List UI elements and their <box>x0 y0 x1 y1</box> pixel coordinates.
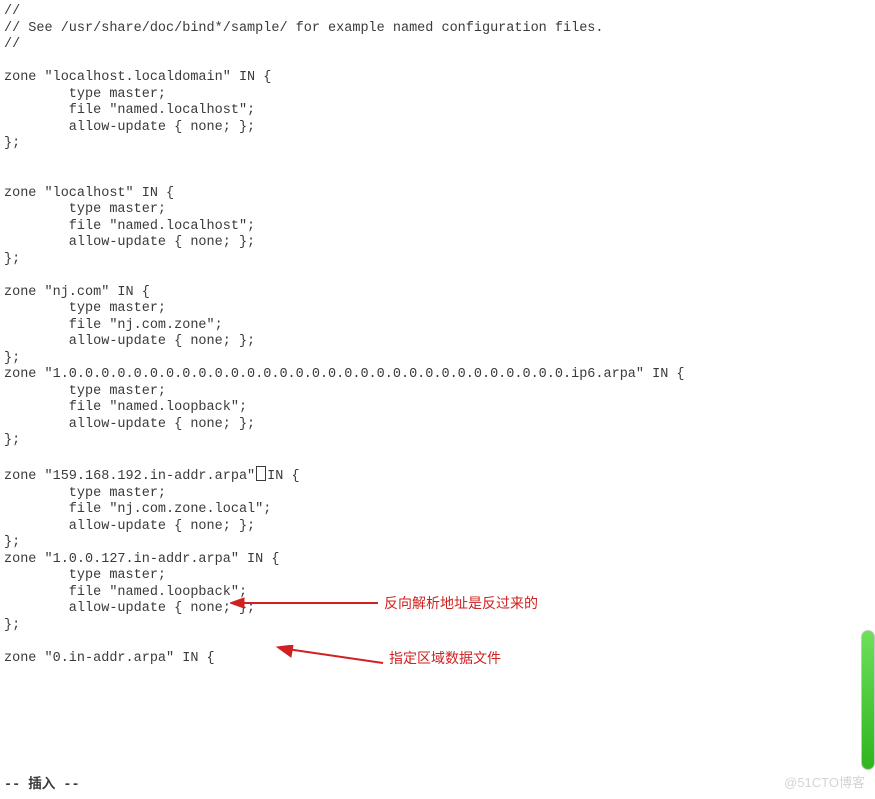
code-line: type master; <box>4 568 166 583</box>
code-line: }; <box>4 252 20 267</box>
code-line: // <box>4 4 20 19</box>
code-line: file "nj.com.zone"; <box>4 318 223 333</box>
scrollbar-thumb[interactable] <box>862 631 874 769</box>
code-line: file "named.localhost"; <box>4 103 255 118</box>
code-line: allow-update { none; }; <box>4 235 255 250</box>
code-line: file "named.localhost"; <box>4 219 255 234</box>
code-line: allow-update { none; }; <box>4 120 255 135</box>
code-line: zone "1.0.0.127.in-addr.arpa" IN { <box>4 552 279 567</box>
code-line: zone "localhost.localdomain" IN { <box>4 70 271 85</box>
code-line: file "named.loopback"; <box>4 585 247 600</box>
code-line: IN { <box>267 469 299 484</box>
code-line: }; <box>4 433 20 448</box>
code-line: }; <box>4 136 20 151</box>
code-line: file "nj.com.zone.local"; <box>4 502 271 517</box>
code-line: allow-update { none; }; <box>4 601 255 616</box>
code-line: type master; <box>4 486 166 501</box>
code-line: zone "1.0.0.0.0.0.0.0.0.0.0.0.0.0.0.0.0.… <box>4 367 685 382</box>
code-line: }; <box>4 618 20 633</box>
code-line: zone "0.in-addr.arpa" IN { <box>4 651 215 666</box>
scrollbar-track[interactable] <box>861 630 875 770</box>
code-line: allow-update { none; }; <box>4 519 255 534</box>
code-line: type master; <box>4 87 166 102</box>
code-line: type master; <box>4 301 166 316</box>
code-line: }; <box>4 351 20 366</box>
code-line: }; <box>4 535 20 550</box>
code-line: allow-update { none; }; <box>4 334 255 349</box>
code-line: // See /usr/share/doc/bind*/sample/ for … <box>4 21 604 36</box>
code-line: type master; <box>4 202 166 217</box>
text-cursor <box>256 466 266 481</box>
code-line: zone "localhost" IN { <box>4 186 174 201</box>
code-line: // <box>4 37 20 52</box>
watermark-text: @51CTO博客 <box>784 772 865 791</box>
code-line: file "named.loopback"; <box>4 400 247 415</box>
code-line: allow-update { none; }; <box>4 417 255 432</box>
code-line: zone "nj.com" IN { <box>4 285 150 300</box>
editor-content[interactable]: // // See /usr/share/doc/bind*/sample/ f… <box>0 0 875 667</box>
code-line: zone "159.168.192.in-addr.arpa" <box>4 469 255 484</box>
code-line: type master; <box>4 384 166 399</box>
vim-mode-status: -- 插入 -- <box>4 772 80 793</box>
